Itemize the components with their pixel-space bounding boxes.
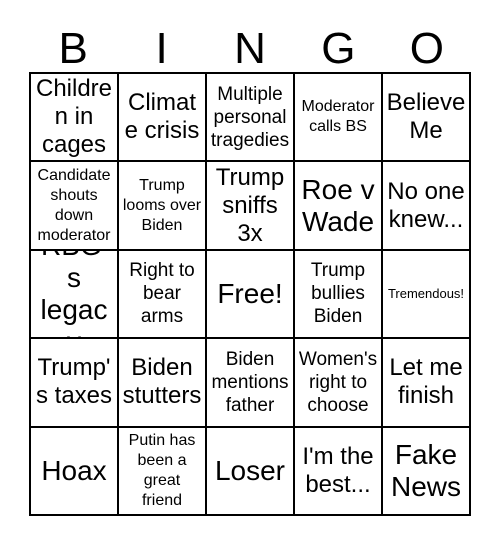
- bingo-cell-label: Right to bear arms: [129, 260, 195, 328]
- bingo-cell[interactable]: Biden mentions father: [207, 339, 295, 428]
- bingo-cell-label: Multiple personal tragedies: [210, 83, 290, 151]
- bingo-grid: Children in cages Climate crisis Multipl…: [29, 72, 471, 516]
- bingo-cell[interactable]: Trump looms over Biden: [119, 162, 207, 251]
- bingo-cell[interactable]: Children in cages: [31, 74, 119, 163]
- bingo-cell-label: Moderator calls BS: [301, 98, 375, 136]
- bingo-cell[interactable]: Roe v Wade: [295, 162, 383, 251]
- bingo-cell-label: No one knew...: [387, 177, 465, 233]
- bingo-cell-label: Free!: [217, 277, 283, 309]
- bingo-cell-label: Women's right to choose: [298, 348, 378, 416]
- header-letter-b: B: [58, 24, 88, 73]
- header-letter-n: N: [234, 24, 266, 73]
- bingo-cell[interactable]: Putin has been a great friend: [119, 427, 207, 516]
- bingo-cell[interactable]: Right to bear arms: [119, 250, 207, 340]
- bingo-cell[interactable]: Biden stutters: [119, 339, 207, 428]
- bingo-cell-label: Hoax: [41, 454, 107, 486]
- bingo-cell[interactable]: Tremendous!: [383, 250, 471, 340]
- bingo-cell[interactable]: Women's right to choose: [295, 339, 383, 428]
- bingo-cell-label: Roe v Wade: [301, 173, 375, 237]
- bingo-cell[interactable]: Candidate shouts down moderator: [31, 162, 119, 251]
- bingo-cell-label: Loser: [214, 454, 286, 486]
- bingo-cell[interactable]: Multiple personal tragedies: [207, 74, 295, 163]
- bingo-cell[interactable]: I'm the best...: [295, 427, 383, 516]
- bingo-cell[interactable]: Fake News: [383, 427, 471, 516]
- bingo-cell-label: Trump sniffs 3x: [215, 163, 285, 247]
- bingo-cell-label: Biden stutters: [122, 354, 202, 410]
- bingo-cell[interactable]: Loser: [207, 427, 295, 516]
- bingo-cell-label: Tremendous!: [387, 286, 465, 302]
- bingo-header: B I N G O: [29, 18, 471, 72]
- bingo-cell[interactable]: Trump's taxes: [31, 339, 119, 428]
- bingo-cell[interactable]: Let me finish: [383, 339, 471, 428]
- bingo-card: B I N G O Children in cages Climate cris…: [0, 0, 500, 544]
- bingo-cell[interactable]: Hoax: [31, 427, 119, 516]
- bingo-cell-label: Biden mentions father: [211, 348, 289, 416]
- bingo-cell-label: Let me finish: [389, 354, 463, 410]
- bingo-cell[interactable]: Moderator calls BS: [295, 74, 383, 163]
- bingo-cell[interactable]: No one knew...: [383, 162, 471, 251]
- bingo-cell[interactable]: Trump sniffs 3x: [207, 162, 295, 251]
- bingo-cell-label: Believe Me: [386, 89, 466, 145]
- bingo-cell-label: Children in cages: [35, 75, 113, 159]
- bingo-cell-label: Putin has been a great friend: [128, 431, 196, 509]
- bingo-cell-label: Candidate shouts down moderator: [37, 166, 111, 244]
- bingo-cell-label: Fake News: [390, 438, 461, 502]
- header-letter-o: O: [409, 24, 444, 73]
- bingo-cell-label: Trump's taxes: [35, 354, 113, 410]
- bingo-cell-label: Climate crisis: [124, 89, 200, 145]
- bingo-cell[interactable]: Trump bullies Biden: [295, 250, 383, 340]
- bingo-cell[interactable]: Believe Me: [383, 74, 471, 163]
- bingo-cell-label: RBG's legacy: [40, 251, 108, 337]
- header-letter-i: I: [155, 24, 168, 73]
- bingo-cell-label: Trump bullies Biden: [310, 260, 366, 328]
- bingo-cell[interactable]: RBG's legacy: [31, 250, 119, 340]
- bingo-cell[interactable]: Climate crisis: [119, 74, 207, 163]
- bingo-cell-label: I'm the best...: [302, 442, 374, 498]
- bingo-cell-label: Trump looms over Biden: [122, 176, 202, 234]
- header-letter-g: G: [321, 24, 356, 73]
- bingo-cell-free[interactable]: Free!: [207, 250, 295, 340]
